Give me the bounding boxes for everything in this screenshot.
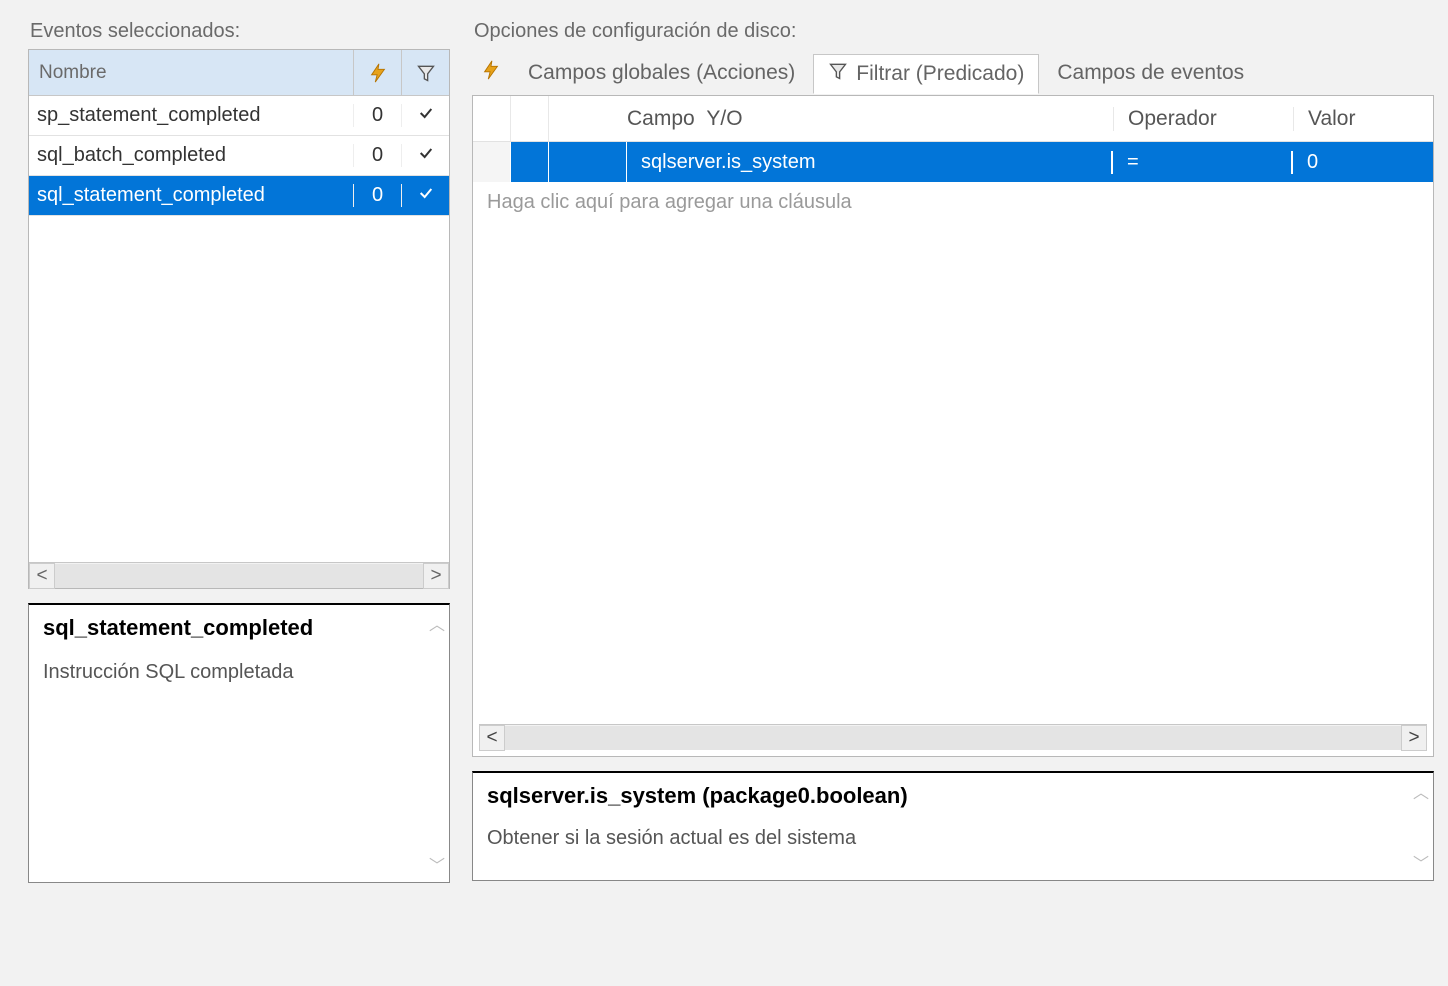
filter-row[interactable]: sqlserver.is_system = 0 (473, 142, 1433, 182)
tab-lightning[interactable] (472, 53, 510, 93)
event-row[interactable]: sql_statement_completed 0 (29, 176, 449, 216)
filter-row-selector[interactable] (473, 142, 511, 182)
filter-add-clause[interactable]: Haga clic aquí para agregar una cláusula (473, 182, 1433, 222)
filter-row-operator[interactable]: = (1113, 151, 1293, 174)
funnel-icon[interactable] (401, 50, 449, 95)
filter-panel: Campo Y/O Operador Valor sqlserver.is_sy… (472, 95, 1434, 757)
lightning-icon (480, 59, 502, 87)
scroll-left-button[interactable]: < (29, 563, 55, 589)
scroll-up-icon[interactable]: ︿ (1413, 779, 1429, 803)
scroll-up-icon[interactable]: ︿ (429, 611, 445, 635)
filter-header[interactable]: Campo Y/O Operador Valor (473, 96, 1433, 142)
scroll-right-button[interactable]: > (1401, 725, 1427, 751)
check-icon (401, 144, 449, 167)
events-hscroll[interactable]: < > (29, 562, 449, 588)
tab-global-fields[interactable]: Campos globales (Acciones) (514, 55, 809, 91)
event-name: sp_statement_completed (29, 104, 353, 127)
scroll-left-button[interactable]: < (479, 725, 505, 751)
filter-header-field[interactable]: Campo (627, 107, 695, 130)
scroll-down-icon[interactable]: ﹀ (429, 852, 445, 876)
filter-row-value[interactable]: 0 (1293, 151, 1433, 174)
scroll-right-button[interactable]: > (423, 563, 449, 589)
events-body: sp_statement_completed 0 sql_batch_compl… (29, 96, 449, 562)
event-row[interactable]: sp_statement_completed 0 (29, 96, 449, 136)
lightning-icon[interactable] (353, 50, 401, 95)
filter-row-field[interactable]: sqlserver.is_system (627, 151, 1113, 174)
tab-filter-label: Filtrar (Predicado) (856, 62, 1024, 86)
filter-header-operator[interactable]: Operador (1113, 107, 1293, 131)
event-count: 0 (353, 104, 401, 127)
filter-desc-title: sqlserver.is_system (package0.boolean) (487, 783, 1419, 809)
scroll-down-icon[interactable]: ﹀ (1413, 850, 1429, 874)
scroll-track[interactable] (505, 726, 1401, 750)
check-icon (401, 184, 449, 207)
disk-config-label: Opciones de configuración de disco: (472, 20, 1434, 43)
event-name: sql_statement_completed (29, 184, 353, 207)
event-description-panel: sql_statement_completed Instrucción SQL … (28, 603, 450, 883)
filter-header-yo[interactable]: Y/O (706, 107, 742, 130)
scroll-track[interactable] (55, 564, 423, 588)
event-count: 0 (353, 184, 401, 207)
filter-desc-body: Obtener si la sesión actual es del siste… (487, 827, 1419, 850)
filter-description-panel: sqlserver.is_system (package0.boolean) O… (472, 771, 1434, 881)
event-desc-body: Instrucción SQL completada (43, 661, 435, 684)
event-desc-vscroll[interactable]: ︿ ﹀ (425, 605, 449, 882)
tab-event-fields[interactable]: Campos de eventos (1043, 55, 1258, 91)
events-header[interactable]: Nombre ▴ (29, 50, 449, 96)
events-panel: Nombre ▴ sp_statement_completed 0 sql_ba (28, 49, 450, 589)
filter-desc-vscroll[interactable]: ︿ ﹀ (1409, 773, 1433, 880)
tabs-row: Campos globales (Acciones) Filtrar (Pred… (472, 51, 1434, 95)
funnel-icon (828, 61, 848, 87)
filter-header-value[interactable]: Valor (1293, 107, 1433, 131)
event-row[interactable]: sql_batch_completed 0 (29, 136, 449, 176)
event-desc-title: sql_statement_completed (43, 615, 435, 641)
events-header-name[interactable]: Nombre (39, 62, 107, 83)
event-name: sql_batch_completed (29, 144, 353, 167)
event-count: 0 (353, 144, 401, 167)
selected-events-label: Eventos seleccionados: (28, 20, 450, 43)
check-icon (401, 104, 449, 127)
tab-filter[interactable]: Filtrar (Predicado) (813, 54, 1039, 94)
filter-hscroll[interactable]: < > (479, 724, 1427, 750)
